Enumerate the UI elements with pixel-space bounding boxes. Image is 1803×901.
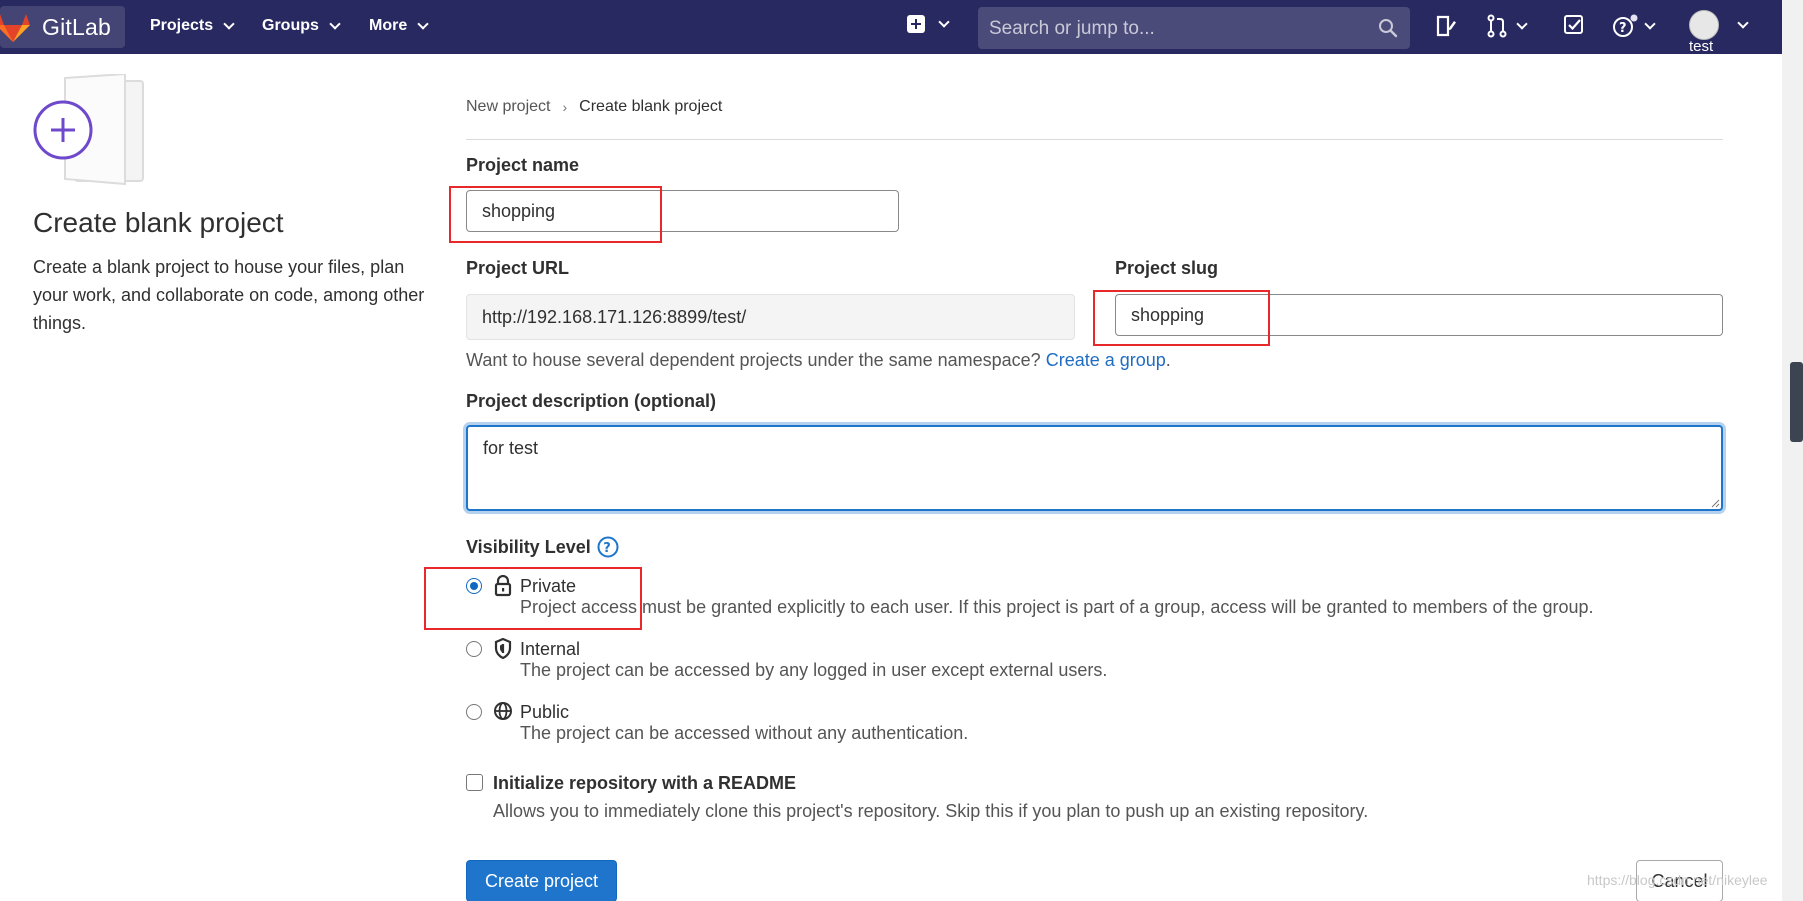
nav-groups-label: Groups: [262, 17, 319, 34]
visibility-public-description: The project can be accessed without any …: [520, 723, 969, 743]
issues-icon: [1436, 15, 1456, 37]
chevron-down-icon: [417, 18, 429, 30]
namespace-help-text: Want to house several dependent projects…: [466, 350, 1171, 371]
page-scrollbar-track[interactable]: [1782, 0, 1803, 901]
chevron-down-icon: [938, 16, 950, 28]
search-bar[interactable]: Search or jump to...: [978, 7, 1410, 49]
visibility-private-label[interactable]: Private: [520, 576, 576, 597]
user-name: test: [1689, 38, 1714, 55]
gitlab-logo-icon: [0, 14, 30, 42]
nav-projects-label: Projects: [150, 17, 214, 34]
plus-square-icon: [907, 15, 925, 33]
search-icon: [1379, 19, 1398, 38]
project-description-textarea[interactable]: for test: [466, 425, 1723, 511]
breadcrumb: New project › Create blank project: [466, 98, 722, 116]
visibility-public-radio[interactable]: [466, 704, 482, 720]
nav-more-label: More: [369, 17, 408, 34]
project-name-label: Project name: [466, 155, 580, 175]
svg-text:?: ?: [1619, 21, 1627, 36]
nav-groups[interactable]: Groups: [262, 17, 341, 35]
help-icon: ?: [1613, 14, 1638, 37]
project-description-label: Project description (optional): [466, 391, 717, 411]
breadcrumb-current: Create blank project: [579, 98, 723, 115]
breadcrumb-new-project[interactable]: New project: [466, 98, 550, 116]
lock-icon: [494, 575, 512, 597]
todo-check-icon: [1564, 15, 1583, 34]
project-slug-label: Project slug: [1115, 258, 1219, 278]
nav-more[interactable]: More: [369, 17, 429, 35]
help-dropdown[interactable]: ?: [1612, 14, 1656, 38]
page-scrollbar-thumb[interactable]: [1790, 362, 1803, 442]
visibility-internal-description: The project can be accessed by any logge…: [520, 660, 1108, 680]
chevron-down-icon: [1644, 18, 1656, 30]
globe-icon: [494, 702, 512, 720]
user-avatar[interactable]: [1689, 10, 1719, 40]
search-placeholder: Search or jump to...: [989, 18, 1155, 39]
chevron-down-icon: [223, 18, 235, 30]
breadcrumb-chevron-right-icon: ›: [562, 99, 568, 115]
brand-text: GitLab: [42, 14, 111, 40]
merge-requests-dropdown[interactable]: [1486, 14, 1528, 38]
merge-request-icon: [1487, 14, 1507, 38]
init-readme-label[interactable]: Initialize repository with a README: [493, 773, 796, 794]
init-readme-checkbox[interactable]: [466, 774, 483, 791]
chevron-down-icon: [329, 18, 341, 30]
nav-projects[interactable]: Projects: [150, 17, 235, 35]
visibility-public-label[interactable]: Public: [520, 702, 569, 723]
top-navbar: GitLab Projects Groups More Search or ju…: [0, 0, 1782, 55]
visibility-private-description: Project access must be granted explicitl…: [520, 597, 1594, 617]
project-url-label: Project URL: [466, 258, 570, 278]
project-url-field[interactable]: http://192.168.171.126:8899/test/: [466, 294, 1075, 340]
project-slug-input[interactable]: shopping: [1115, 294, 1723, 336]
create-group-link[interactable]: Create a group: [1046, 350, 1166, 370]
blank-project-illustration-icon: [33, 74, 144, 186]
gitlab-home-link[interactable]: GitLab: [0, 6, 125, 48]
shield-icon: [494, 638, 512, 660]
visibility-internal-label[interactable]: Internal: [520, 639, 580, 660]
issues-link[interactable]: [1434, 14, 1458, 38]
project-name-input[interactable]: shopping: [466, 190, 899, 232]
create-project-button[interactable]: Create project: [466, 860, 617, 901]
watermark-text: https://blog.csdn.net/nikeylee: [1587, 872, 1768, 888]
init-readme-description: Allows you to immediately clone this pro…: [493, 801, 1369, 821]
help-circle-icon[interactable]: ?: [597, 536, 619, 558]
textarea-resize-handle-icon[interactable]: [1710, 498, 1720, 508]
svg-text:?: ?: [603, 541, 611, 556]
namespace-help-message: Want to house several dependent projects…: [466, 350, 1041, 370]
visibility-level-label: Visibility Level: [466, 536, 591, 557]
visibility-private-radio[interactable]: [466, 578, 482, 594]
help-period: .: [1165, 350, 1171, 370]
page-description: Create a blank project to house your fil…: [33, 257, 425, 333]
page-title: Create blank project: [33, 207, 284, 238]
breadcrumb-divider: [466, 139, 1723, 140]
visibility-level-heading: Visibility Level ?: [466, 536, 619, 558]
visibility-internal-radio[interactable]: [466, 641, 482, 657]
chevron-down-icon: [1516, 18, 1528, 30]
user-menu-chevron-down-icon[interactable]: [1737, 17, 1749, 29]
todos-link[interactable]: [1563, 14, 1585, 36]
new-item-dropdown[interactable]: [906, 14, 950, 34]
